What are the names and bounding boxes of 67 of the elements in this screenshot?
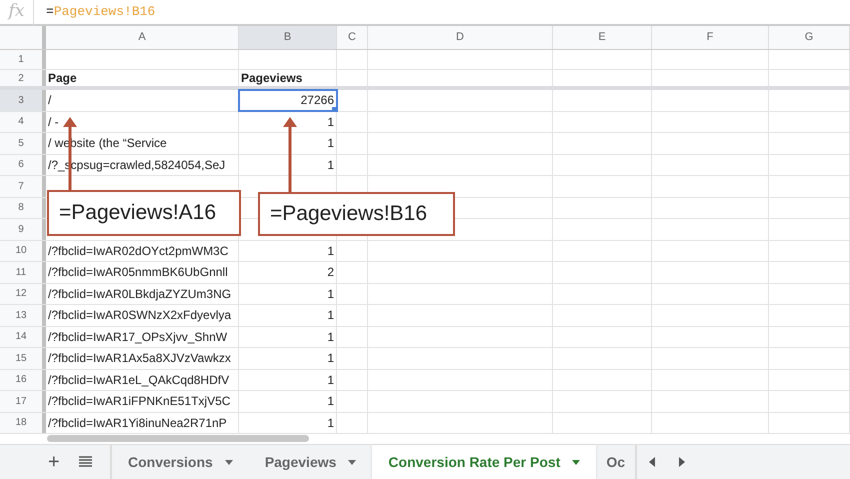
table-cell-text: 27266: [300, 92, 334, 110]
column-header[interactable]: D: [368, 26, 553, 49]
column-title: Pageviews: [241, 70, 302, 87]
table-cell-text: /?fbclid=IwAR1Ax5a8XJVzVawkzx: [48, 350, 231, 368]
column-header[interactable]: F: [652, 26, 769, 49]
row-number[interactable]: 13: [0, 305, 46, 326]
row-number[interactable]: 5: [0, 133, 46, 154]
table-cell-text: /?fbclid=IwAR05nmmBK6UbGnnll: [48, 264, 228, 282]
row-number[interactable]: 11: [0, 262, 46, 282]
dropdown-caret-icon: [348, 460, 356, 464]
scrollbar[interactable]: [47, 435, 309, 442]
row-number[interactable]: 2: [0, 70, 46, 86]
sheet-tab[interactable]: Oc: [596, 445, 636, 479]
column-header[interactable]: B: [239, 26, 337, 49]
formula-field[interactable]: =Pageviews!B16: [46, 2, 156, 22]
row-number[interactable]: 14: [0, 326, 46, 347]
table-cell-text: 1: [327, 307, 334, 324]
row-number[interactable]: 10: [0, 240, 46, 261]
sheet-tab[interactable]: Conversion Rate Per Post: [372, 445, 596, 479]
table-cell-text: 1: [327, 393, 334, 410]
fill-handle[interactable]: [332, 106, 337, 112]
row-number[interactable]: 8: [0, 198, 46, 218]
column-header[interactable]: E: [553, 26, 652, 49]
row-number[interactable]: 4: [0, 112, 46, 132]
sheet-tab[interactable]: Conversions: [112, 445, 249, 479]
table-cell-text: /?fbclid=IwAR0SWNzX2xFdyevlya: [48, 307, 232, 324]
callout-label: =Pageviews!A16: [47, 190, 241, 236]
table-cell-text: /?fbclid=IwAR1Yi8inuNea2R71nP: [48, 414, 227, 432]
table-cell-text: /?fbclid=IwAR02dOYct2pmWM3C: [48, 242, 228, 260]
dropdown-caret-icon: [224, 460, 233, 464]
column-header[interactable]: C: [337, 26, 368, 49]
table-cell-text: /?fbclid=IwAR0LBkdjaZYZUm3NG: [48, 286, 232, 303]
dropdown-caret-icon: [572, 460, 580, 464]
table-cell-text: 1: [327, 328, 334, 346]
row-number[interactable]: 17: [0, 391, 46, 412]
table-cell-text: /?fbclid=IwAR17_OPsXjvv_ShnW: [48, 328, 228, 346]
row-number[interactable]: 12: [0, 284, 46, 304]
column-title: Page: [48, 70, 77, 87]
row-number[interactable]: 15: [0, 348, 46, 368]
row-number[interactable]: 7: [0, 176, 46, 196]
scroll-left-icon[interactable]: [649, 457, 656, 467]
scroll-right-icon[interactable]: [679, 457, 686, 467]
column-header[interactable]: G: [769, 26, 850, 49]
table-cell-text: 1: [327, 414, 334, 432]
add-sheet-button[interactable]: +: [48, 452, 62, 472]
table-cell-text: / -: [48, 114, 59, 131]
table-cell-text: 1: [327, 156, 334, 174]
table-cell-text: 1: [327, 350, 334, 368]
row-number[interactable]: 18: [0, 412, 46, 433]
callout-label: =Pageviews!B16: [258, 192, 455, 236]
fx-label: fx: [0, 0, 34, 25]
row-number[interactable]: 1: [0, 50, 46, 69]
table-cell-text: 2: [327, 264, 334, 282]
row-number[interactable]: 16: [0, 370, 46, 390]
table-cell-text: 1: [327, 372, 334, 389]
table-cell-text: 1: [327, 114, 334, 131]
table-cell-text: 1: [327, 286, 334, 303]
row-number[interactable]: 9: [0, 219, 46, 240]
table-cell-text: 1: [327, 242, 334, 260]
table-cell-text: 1: [327, 135, 334, 152]
row-number[interactable]: 3: [0, 90, 46, 110]
table-cell-text: /: [48, 92, 52, 110]
sheet-tab[interactable]: Pageviews: [248, 445, 372, 479]
menu-icon[interactable]: [79, 456, 92, 468]
row-number[interactable]: 6: [0, 154, 46, 175]
table-cell-text: /?fbclid=IwAR1eL_QAkCqd8HDfV: [48, 372, 230, 389]
table-cell-text: /?fbclid=IwAR1iFPNKnE51TxjV5C: [48, 393, 230, 410]
